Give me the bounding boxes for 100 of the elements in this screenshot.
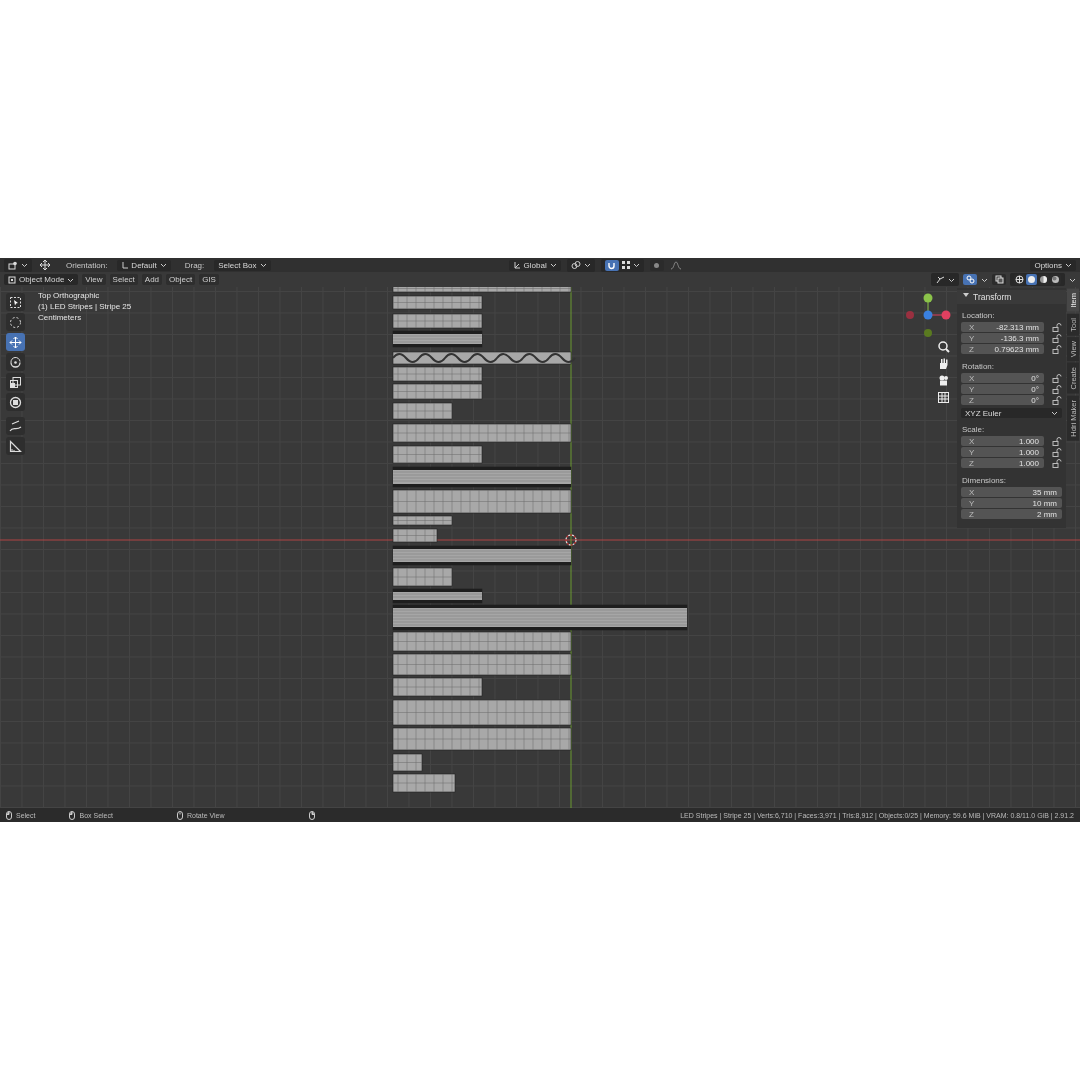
ruler-icon (9, 439, 22, 453)
falloff-icon[interactable] (669, 260, 682, 270)
rotate-tool-button[interactable] (6, 353, 25, 371)
caret-icon (1069, 276, 1076, 283)
sphere-icon (1027, 275, 1036, 284)
caret-icon (1051, 410, 1058, 416)
axis-gizmo[interactable] (906, 293, 951, 337)
pivot-dropdown[interactable] (566, 258, 595, 272)
viewport-info-text: Centimeters (38, 313, 83, 322)
scale-icon (9, 375, 22, 389)
number-field[interactable]: Y 10 mm (961, 498, 1062, 508)
transform-orientation-dropdown[interactable]: Global (508, 259, 561, 271)
lock-icon[interactable] (1052, 384, 1062, 394)
select-tool-button[interactable] (6, 293, 25, 311)
gizmo-dropdown[interactable] (931, 273, 959, 286)
caret-icon (259, 262, 267, 268)
dot-icon (653, 261, 661, 269)
editor-type-button[interactable] (4, 258, 32, 272)
move-tool-button[interactable] (6, 333, 25, 351)
axis-icon (512, 261, 521, 269)
move-icon (9, 335, 22, 349)
caret-icon (948, 276, 955, 283)
caret-icon (549, 262, 557, 268)
material-shading-button[interactable] (1038, 274, 1049, 285)
xray-toggle[interactable] (992, 274, 1006, 285)
menu-item[interactable]: Add (141, 274, 163, 285)
cube-icon (8, 275, 16, 284)
menu-item[interactable]: Object (166, 274, 196, 285)
lock-icon[interactable] (1052, 344, 1062, 354)
zoom-icon[interactable] (936, 339, 950, 353)
options-dropdown[interactable]: Options (1030, 259, 1076, 271)
lock-icon[interactable] (1052, 447, 1062, 457)
cursor-tool-button[interactable] (6, 313, 25, 331)
number-field[interactable]: X -82.313 mm (961, 322, 1044, 332)
number-field[interactable]: Z 0.79623 mm (961, 344, 1044, 354)
orientation-label: Orientation: (66, 260, 108, 270)
field-label: Scale: (962, 425, 986, 434)
grid-icon[interactable] (621, 261, 630, 269)
lock-icon[interactable] (1052, 373, 1062, 383)
transform-tool-button[interactable] (6, 393, 25, 411)
grid-icon[interactable] (936, 390, 950, 404)
field-label: Dimensions: (962, 476, 1007, 485)
annotate-tool-button[interactable] (6, 417, 25, 435)
caret-icon (981, 276, 988, 283)
caret-icon (1065, 262, 1072, 268)
caret-icon (21, 262, 28, 268)
3d-cursor-icon[interactable] (565, 534, 577, 546)
number-field[interactable]: Z 1.000 (961, 458, 1044, 468)
magnet-icon (607, 260, 617, 270)
drag-dropdown[interactable]: Select Box (214, 259, 271, 271)
viewport-info-text: Top Orthographic (38, 291, 101, 300)
solid-shading-button[interactable] (1026, 274, 1037, 285)
lock-icon[interactable] (1052, 322, 1062, 332)
rotation-mode-dropdown[interactable]: XYZ Euler (961, 408, 1062, 418)
number-field[interactable]: Y 0° (961, 384, 1044, 394)
sphere-icon (1051, 275, 1060, 284)
mode-dropdown[interactable]: Object Mode (4, 274, 79, 285)
rotate-icon (9, 355, 22, 369)
orientation-dropdown[interactable]: Default (117, 259, 171, 271)
viewport-info-text: (1) LED Stripes | Stripe 25 (38, 302, 132, 311)
mouse-icon (69, 810, 76, 820)
number-field[interactable]: Y -136.3 mm (961, 333, 1044, 343)
number-field[interactable]: X 35 mm (961, 487, 1062, 497)
gizmo-icon (935, 275, 945, 284)
move-icon[interactable] (38, 259, 52, 271)
number-field[interactable]: Z 0° (961, 395, 1044, 405)
scale-tool-button[interactable] (6, 373, 25, 391)
caret-icon (159, 262, 167, 268)
cursor-icon (9, 315, 22, 329)
number-field[interactable]: Y 1.000 (961, 447, 1044, 457)
transform-icon (9, 395, 22, 409)
rendered-shading-button[interactable] (1050, 274, 1061, 285)
menu-item[interactable]: Select (109, 274, 138, 285)
number-field[interactable]: X 0° (961, 373, 1044, 383)
xray-icon (994, 275, 1004, 284)
overlays-toggle[interactable] (963, 274, 977, 285)
overlay-icon (965, 275, 975, 284)
snap-toggle[interactable] (604, 259, 619, 271)
lock-icon[interactable] (1052, 458, 1062, 468)
select-box-icon (9, 295, 22, 309)
axis-icon (121, 261, 129, 269)
wireframe-shading-button[interactable] (1014, 274, 1025, 285)
lock-icon[interactable] (1052, 436, 1062, 446)
lock-icon[interactable] (1052, 333, 1062, 343)
drag-label: Drag: (184, 260, 205, 270)
camera-icon (8, 260, 18, 270)
number-field[interactable]: X 1.000 (961, 436, 1044, 446)
field-label: Rotation: (962, 362, 996, 371)
caret-icon (632, 262, 640, 268)
caret-icon (583, 262, 591, 268)
measure-tool-button[interactable] (6, 437, 25, 455)
collapse-icon[interactable] (963, 292, 969, 298)
mouse-icon (176, 810, 183, 820)
sphere-icon (1039, 275, 1048, 284)
number-field[interactable]: Z 2 mm (961, 509, 1062, 519)
field-label: Location: (962, 311, 996, 320)
proportional-toggle[interactable] (649, 259, 664, 271)
menu-item[interactable]: GIS (199, 274, 219, 285)
lock-icon[interactable] (1052, 395, 1062, 405)
menu-item[interactable]: View (82, 274, 106, 285)
